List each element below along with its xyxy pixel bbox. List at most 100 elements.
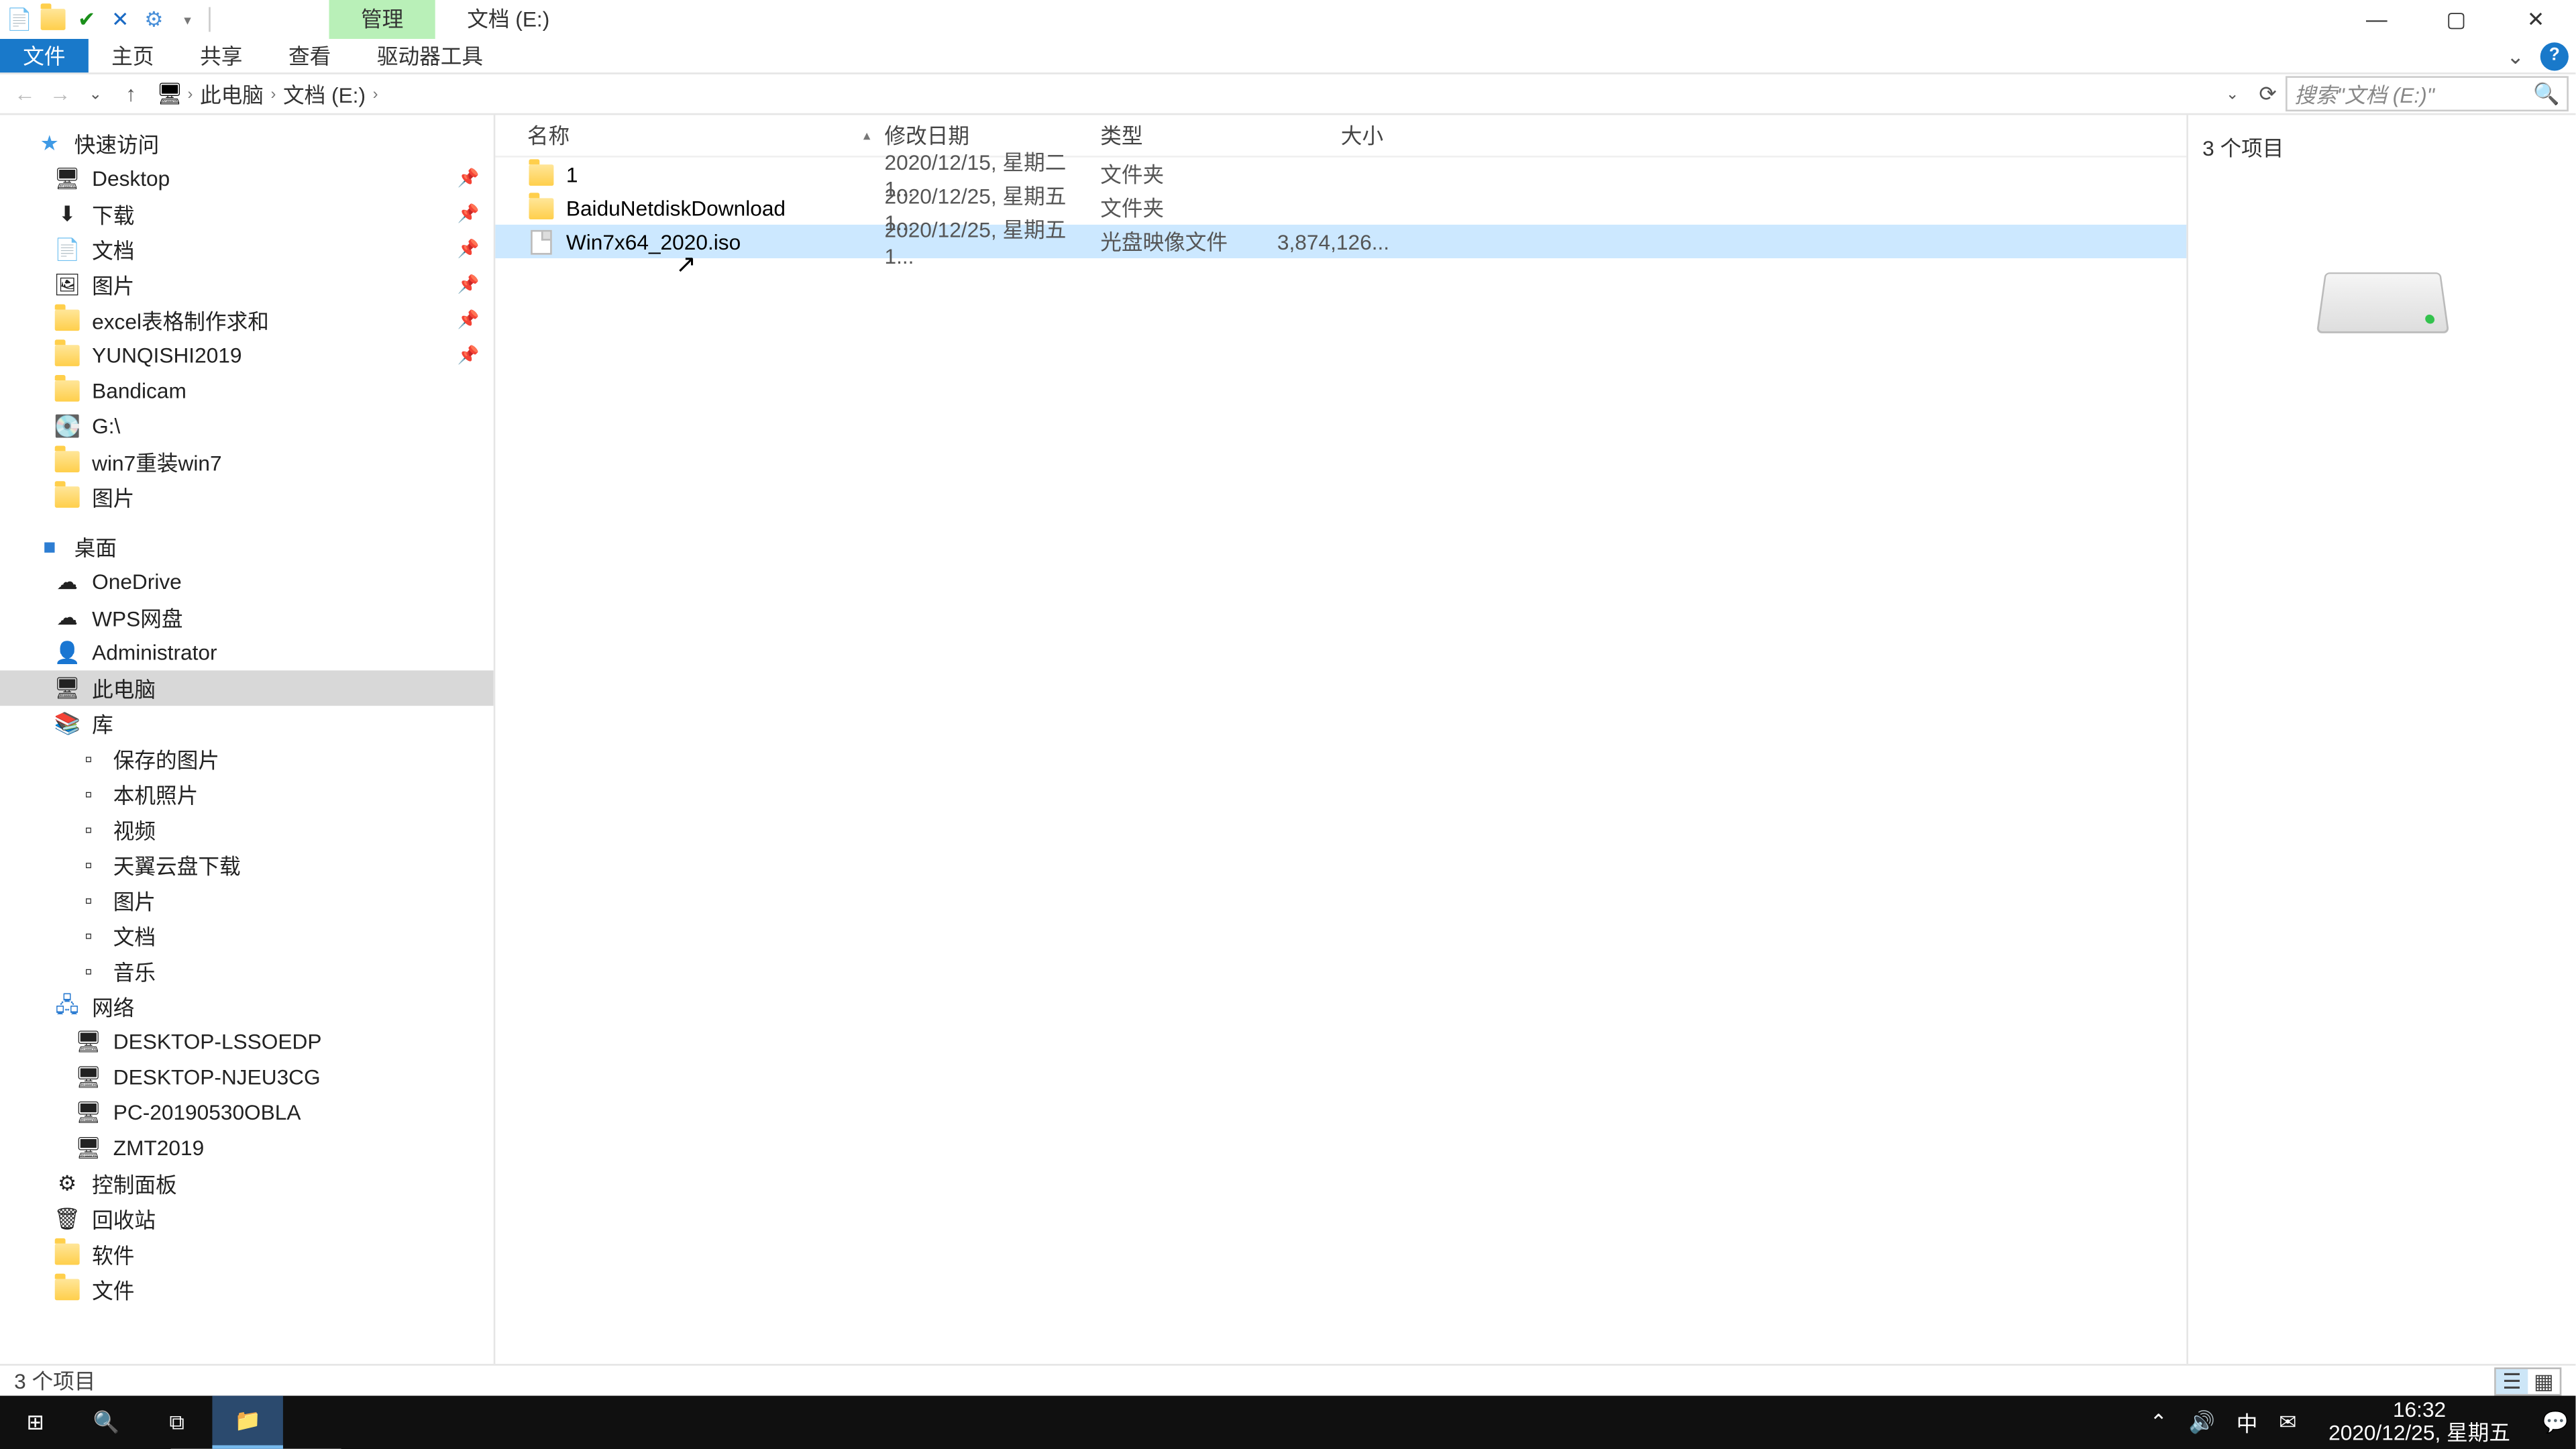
sidebar-item[interactable]: ▫音乐	[0, 953, 494, 989]
sidebar-item[interactable]: 🖥此电脑	[0, 670, 494, 706]
ribbon-tab-file[interactable]: 文件	[0, 39, 89, 72]
sidebar-item[interactable]: 🖥Desktop📌	[0, 161, 494, 197]
sidebar-item[interactable]: ⬇下载📌	[0, 197, 494, 232]
sidebar-item[interactable]: win7重装win7	[0, 444, 494, 480]
address-bar: ← → ⌄ ↑ 🖥 › 此电脑 › 文档 (E:) › ⌄ ⟳ 搜索"文档 (E…	[0, 74, 2575, 115]
sidebar-item[interactable]: 🖥ZMT2019	[0, 1130, 494, 1166]
sidebar-item[interactable]: excel表格制作求和📌	[0, 303, 494, 338]
sidebar-item[interactable]: ▫图片	[0, 883, 494, 918]
maximize-button[interactable]: ▢	[2416, 0, 2496, 39]
mail-icon[interactable]: ✉	[2279, 1410, 2297, 1435]
ribbon-tab-share[interactable]: 共享	[177, 39, 266, 72]
drive-icon	[2316, 272, 2449, 333]
sidebar-item[interactable]: 📚库	[0, 706, 494, 741]
ribbon-tab-drivetools[interactable]: 驱动器工具	[354, 39, 506, 72]
sidebar-item[interactable]: 🖥PC-20190530OBLA	[0, 1095, 494, 1130]
sidebar-item[interactable]: 文件	[0, 1272, 494, 1307]
file-row[interactable]: BaiduNetdiskDownload2020/12/25, 星期五 1...…	[495, 191, 2186, 225]
sort-asc-icon: ▴	[863, 127, 871, 144]
sidebar-item-label: 音乐	[113, 956, 156, 986]
sidebar-item[interactable]: ▫ 保存的图片	[0, 741, 494, 777]
ribbon-tab-home[interactable]: 主页	[89, 39, 177, 72]
sidebar-item[interactable]: ☁WPS网盘	[0, 600, 494, 635]
taskbar-search-button[interactable]: 🔍	[70, 1396, 141, 1449]
sidebar-item[interactable]: ▫视频	[0, 812, 494, 847]
view-details-button[interactable]: ☰	[2496, 1368, 2528, 1393]
new-folder-icon[interactable]	[37, 3, 68, 35]
volume-icon[interactable]: 🔊	[2189, 1410, 2215, 1435]
crumb-this-pc[interactable]: 此电脑	[197, 78, 268, 109]
col-header-type[interactable]: 类型	[1100, 120, 1277, 150]
close-button[interactable]: ✕	[2496, 0, 2576, 39]
chevron-right-icon[interactable]: ›	[271, 85, 276, 103]
refresh-icon[interactable]: ⟳	[2250, 76, 2286, 111]
sidebar-item[interactable]: Bandicam	[0, 373, 494, 409]
delete-icon[interactable]: ✕	[105, 3, 136, 35]
taskbar-clock[interactable]: 16:32 2020/12/25, 星期五	[2318, 1399, 2521, 1446]
taskbar-explorer-button[interactable]: 📁	[212, 1396, 282, 1449]
sidebar-item[interactable]: ▫天翼云盘下载	[0, 847, 494, 883]
nav-quick-access[interactable]: ★快速访问	[0, 125, 494, 161]
folder-icon	[53, 306, 81, 334]
breadcrumb[interactable]: 🖥 › 此电脑 › 文档 (E:) ›	[149, 78, 2215, 109]
library-item-icon: ▫	[74, 745, 103, 773]
sidebar-item[interactable]: ▫文档	[0, 918, 494, 954]
system-tray: ⌃ 🔊 中 ✉ 16:32 2020/12/25, 星期五 💬	[2150, 1399, 2576, 1446]
start-button[interactable]: ⊞	[0, 1396, 70, 1449]
sidebar-item[interactable]: 🖼图片📌	[0, 267, 494, 303]
sidebar-item[interactable]: 软件	[0, 1236, 494, 1272]
sidebar-item-label: G:\	[92, 414, 120, 439]
ime-icon[interactable]: 中	[2237, 1407, 2258, 1438]
qat-dropdown-icon[interactable]: ▾	[172, 3, 203, 35]
sidebar-item[interactable]: ⚙控制面板	[0, 1166, 494, 1201]
ribbon-expand-icon[interactable]: ⌄	[2502, 42, 2530, 70]
help-icon[interactable]: ?	[2540, 42, 2569, 70]
sidebar-item[interactable]: ☁OneDrive	[0, 564, 494, 600]
sidebar-item[interactable]: 图片	[0, 480, 494, 515]
action-center-icon[interactable]: 💬	[2542, 1410, 2568, 1435]
sidebar-item[interactable]: ▫本机照片	[0, 777, 494, 812]
sidebar-item[interactable]: 🖥DESKTOP-NJEU3CG	[0, 1060, 494, 1095]
sidebar-item[interactable]: 👤Administrator	[0, 635, 494, 671]
col-header-date[interactable]: 修改日期	[885, 120, 1101, 150]
nav-recent-dropdown[interactable]: ⌄	[78, 76, 113, 111]
col-header-size[interactable]: 大小	[1277, 120, 1383, 150]
checkbox-icon[interactable]: ✔	[70, 3, 102, 35]
sidebar-item-label: 图片	[92, 270, 134, 300]
crumb-drive-e[interactable]: 文档 (E:)	[280, 78, 370, 109]
sidebar-item-label: 下载	[92, 199, 134, 229]
nav-forward-button[interactable]: →	[42, 76, 78, 111]
sidebar-item[interactable]: YUNQISHI2019📌	[0, 338, 494, 374]
file-row[interactable]: 12020/12/15, 星期二 1...文件夹	[495, 158, 2186, 191]
nav-quick-access-label: 快速访问	[74, 128, 160, 158]
view-icons-button[interactable]: ▦	[2528, 1368, 2559, 1393]
task-view-button[interactable]: ⧉	[142, 1396, 212, 1449]
sidebar-item[interactable]: 💽 G:\	[0, 409, 494, 444]
minimize-button[interactable]: —	[2337, 0, 2416, 39]
sidebar-item[interactable]: 🖥DESKTOP-LSSOEDP	[0, 1024, 494, 1060]
address-dropdown-icon[interactable]: ⌄	[2215, 76, 2251, 111]
nav-desktop[interactable]: ■桌面	[0, 529, 494, 564]
chevron-right-icon[interactable]: ›	[188, 85, 193, 103]
col-header-name[interactable]: 名称▴	[495, 120, 884, 150]
nav-back-button[interactable]: ←	[7, 76, 43, 111]
computer-icon: 🖥	[74, 1028, 103, 1056]
iso-icon	[527, 227, 555, 256]
properties-icon[interactable]: 📄	[3, 3, 35, 35]
pics-icon: 🖼	[53, 270, 81, 299]
contextual-tab-manage[interactable]: 管理	[329, 0, 435, 39]
search-input[interactable]: 搜索"文档 (E:)" 🔍	[2286, 76, 2569, 111]
sidebar-item-label: 保存的图片	[113, 744, 219, 774]
nav-network[interactable]: 🖧网络	[0, 989, 494, 1024]
file-row[interactable]: Win7x64_2020.iso2020/12/25, 星期五 1...光盘映像…	[495, 225, 2186, 258]
onedrive-icon: ☁	[53, 568, 81, 596]
sidebar-item[interactable]: 📄文档📌	[0, 231, 494, 267]
ribbon-tab-view[interactable]: 查看	[266, 39, 354, 72]
drive-icon: 💽	[53, 412, 81, 440]
chevron-right-icon[interactable]: ›	[373, 85, 378, 103]
tray-overflow-icon[interactable]: ⌃	[2150, 1410, 2168, 1435]
settings-icon[interactable]: ⚙	[138, 3, 170, 35]
sidebar-item[interactable]: 🗑回收站	[0, 1201, 494, 1237]
search-icon[interactable]: 🔍	[2533, 81, 2559, 106]
nav-up-button[interactable]: ↑	[113, 76, 149, 111]
